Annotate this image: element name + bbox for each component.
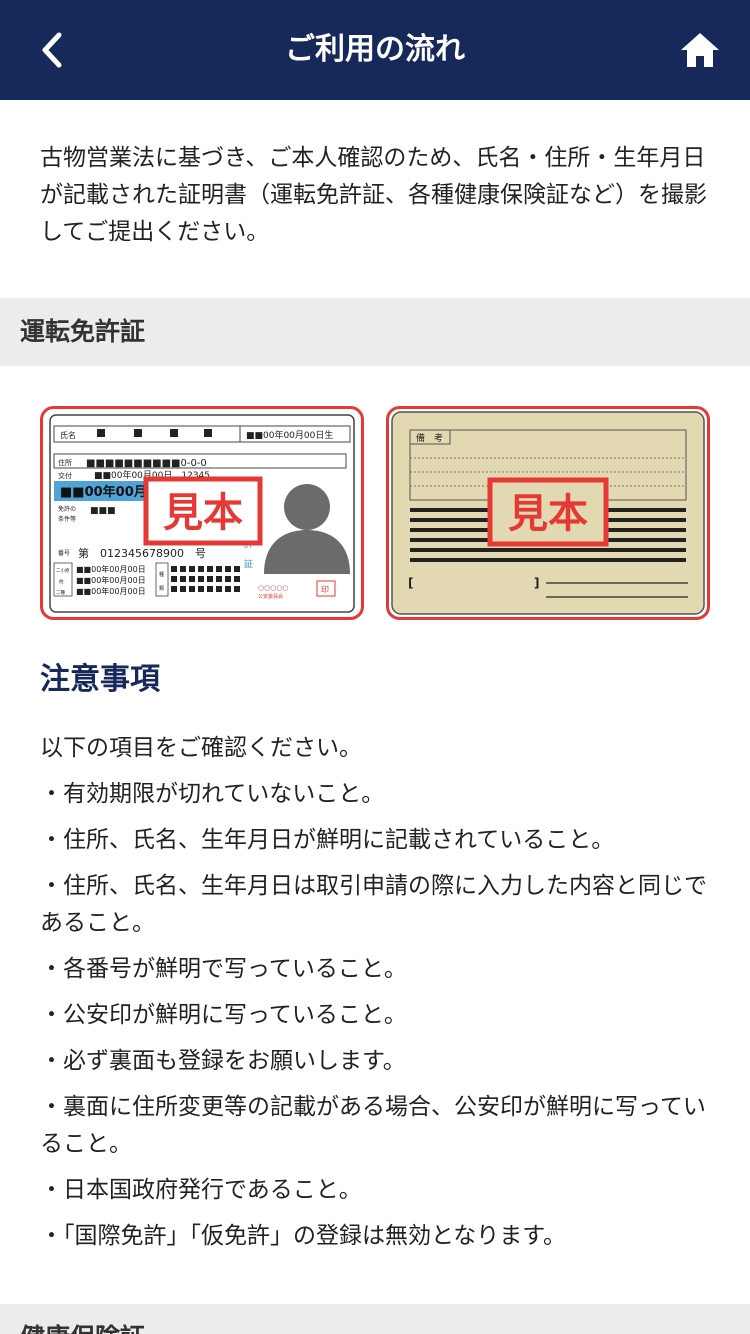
list-item: ・住所、氏名、生年月日は取引申請の際に入力した内容と同じであること。 (40, 873, 707, 936)
address-value: ■■■■■■■■■■0-0-0 (86, 458, 207, 469)
name-label: 氏名 (60, 430, 76, 440)
conditions-label-1: 免許の (58, 505, 76, 513)
list-item: ・各番号が鮮明で写っていること。 (40, 956, 407, 982)
conditions-value: ■■■ (90, 506, 116, 516)
license-back-image: 備 考 [ ] 見本 (386, 406, 710, 620)
notes-list: 以下の項目をご確認ください。 ・有効期限が切れていないこと。 ・住所、氏名、生年… (40, 730, 710, 1264)
type-label-1: 種 (159, 571, 164, 578)
notes-title: 注意事項 (40, 662, 160, 697)
page-title: ご利用の流れ (285, 32, 465, 67)
number-label: 番号 (58, 550, 70, 557)
section-title-insurance: 健康保険証 (20, 1320, 145, 1334)
birth-date-text: ■■00年00月00日生 (246, 429, 333, 441)
date1-label: 二小原 (56, 567, 70, 574)
section-header-license: 運転免許証 (0, 298, 750, 366)
home-icon (681, 33, 719, 67)
list-item: ・住所、氏名、生年月日が鮮明に記載されていること。 (40, 827, 615, 853)
bracket-right: ] (534, 576, 539, 590)
list-item: ・日本国政府発行であること。 (40, 1177, 362, 1203)
chevron-left-icon (42, 32, 62, 68)
date3-value: ■■00年00月00日 (76, 586, 146, 596)
back-button[interactable] (24, 22, 80, 78)
issue-label: 交付 (58, 471, 72, 480)
date2-value: ■■00年00月00日 (76, 575, 146, 585)
sample-stamp-front-text: 見本 (163, 490, 243, 536)
list-item: ・「国際免許」「仮免許」の登録は無効となります。 (40, 1223, 567, 1249)
list-item: ・有効期限が切れていないこと。 (40, 781, 385, 807)
address-label: 住所 (58, 458, 72, 467)
authority-circles: ○○○○○ (258, 584, 289, 592)
seal-text: 印 (321, 585, 329, 594)
list-item: ・公安印が鮮明に写っていること。 (40, 1002, 407, 1028)
type-label-2: 類 (159, 585, 164, 592)
intro-text: 古物営業法に基づき、ご本人確認のため、氏名・住所・生年月日が記載された証明書（運… (40, 145, 707, 245)
license-front-image: 氏名 ■■00年00月00日生 住所 ■■■■■■■■■■0-0-0 交付 ■■… (40, 406, 364, 620)
date2-label: 他 (59, 578, 64, 585)
authority-name: 公安委員会 (258, 593, 283, 600)
vertical-char-5: 証 (244, 558, 253, 570)
date3-label: 二種 (56, 589, 65, 596)
number-value: 第 012345678900 号 (78, 546, 206, 560)
bracket-left: [ (408, 576, 413, 590)
remarks-label: 備 考 (416, 432, 443, 444)
app-header: ご利用の流れ (0, 0, 750, 100)
list-item: ・必ず裏面も登録をお願いします。 (40, 1048, 406, 1074)
date1-value: ■■00年00月00日 (76, 564, 146, 574)
sample-stamp-back-text: 見本 (508, 491, 588, 537)
section-header-insurance: 健康保険証 (0, 1304, 750, 1334)
notes-lead: 以下の項目をご確認ください。 (40, 735, 362, 761)
home-button[interactable] (672, 22, 728, 78)
section-title-license: 運転免許証 (20, 317, 146, 346)
conditions-label-2: 条件等 (58, 515, 76, 523)
list-item: ・裏面に住所変更等の記載がある場合、公安印が鮮明に写っていること。 (40, 1094, 706, 1157)
